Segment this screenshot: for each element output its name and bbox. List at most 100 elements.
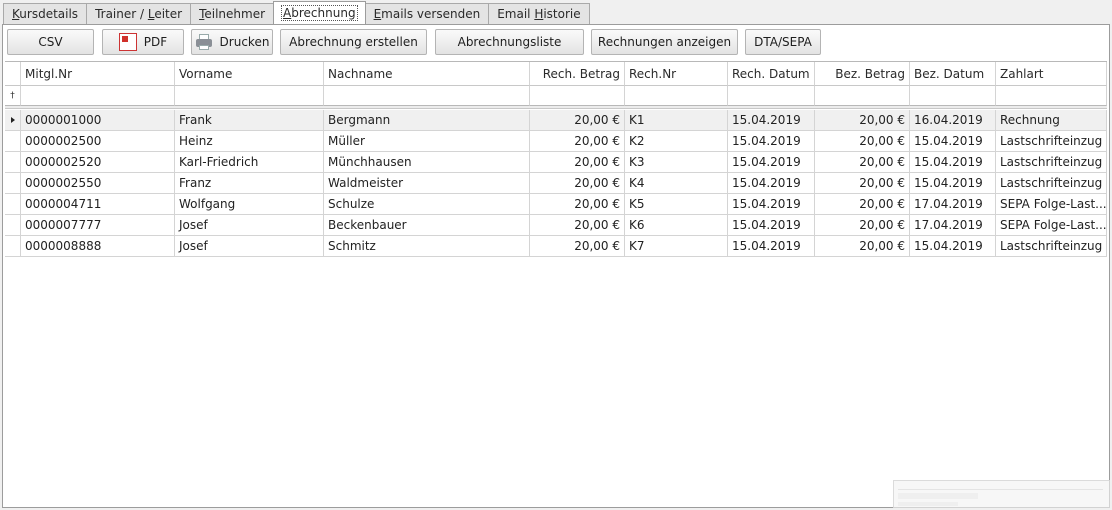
table-cell-rech-betrag[interactable]: 20,00 €: [530, 110, 625, 131]
table-cell-bez-datum[interactable]: 17.04.2019: [910, 194, 996, 215]
table-cell-rech-nr[interactable]: K7: [625, 236, 728, 257]
table-row[interactable]: 0000004711 Wolfgang Schulze 20,00 € K5 15.04.…: [5, 194, 1107, 215]
column-header-zahlart[interactable]: Zahlart: [996, 62, 1107, 86]
table-cell-bez-datum[interactable]: 15.04.2019: [910, 131, 996, 152]
table-cell-bez-betrag[interactable]: 20,00 €: [815, 215, 910, 236]
table-cell-mitgl-nr[interactable]: 0000008888: [21, 236, 175, 257]
filter-cell[interactable]: [175, 86, 324, 106]
table-cell-rech-datum[interactable]: 15.04.2019: [728, 173, 815, 194]
tab-abrechnung[interactable]: Abrechnung: [273, 1, 366, 24]
table-cell-bez-betrag[interactable]: 20,00 €: [815, 173, 910, 194]
tab-trainer-leiter[interactable]: Trainer / Leiter: [86, 3, 192, 24]
table-row[interactable]: 0000001000 Frank Bergmann 20,00 € K1 15.04.20…: [5, 110, 1107, 131]
table-cell-bez-betrag[interactable]: 20,00 €: [815, 110, 910, 131]
table-cell-bez-betrag[interactable]: 20,00 €: [815, 152, 910, 173]
table-cell-nachname[interactable]: Schmitz: [324, 236, 530, 257]
table-cell-vorname[interactable]: Karl-Friedrich: [175, 152, 324, 173]
table-cell-mitgl-nr[interactable]: 0000007777: [21, 215, 175, 236]
table-cell-rech-betrag[interactable]: 20,00 €: [530, 131, 625, 152]
table-cell-rech-nr[interactable]: K2: [625, 131, 728, 152]
table-cell-rech-betrag[interactable]: 20,00 €: [530, 152, 625, 173]
table-cell-rech-datum[interactable]: 15.04.2019: [728, 152, 815, 173]
table-cell-rech-nr[interactable]: K5: [625, 194, 728, 215]
table-cell-zahlart[interactable]: SEPA Folge-Last...: [996, 194, 1107, 215]
table-cell-rech-betrag[interactable]: 20,00 €: [530, 194, 625, 215]
table-cell-mitgl-nr[interactable]: 0000004711: [21, 194, 175, 215]
filter-cell[interactable]: [728, 86, 815, 106]
table-row[interactable]: 0000002500 Heinz Müller 20,00 € K2 15.04.2019…: [5, 131, 1107, 152]
column-header-mitgl-nr[interactable]: Mitgl.Nr: [21, 62, 175, 86]
tab-email-historie[interactable]: Email Historie: [488, 3, 590, 24]
table-row[interactable]: 0000002520 Karl-Friedrich Münchhausen 20,00…: [5, 152, 1107, 173]
csv-button[interactable]: CSV: [7, 29, 94, 55]
column-header-nachname[interactable]: Nachname: [324, 62, 530, 86]
table-cell-bez-datum[interactable]: 16.04.2019: [910, 110, 996, 131]
table-cell-rech-datum[interactable]: 15.04.2019: [728, 110, 815, 131]
pdf-button[interactable]: PDF: [102, 29, 184, 55]
table-cell-bez-datum[interactable]: 15.04.2019: [910, 236, 996, 257]
table-cell-bez-datum[interactable]: 15.04.2019: [910, 173, 996, 194]
table-cell-bez-datum[interactable]: 15.04.2019: [910, 152, 996, 173]
column-header-bez-datum[interactable]: Bez. Datum: [910, 62, 996, 86]
table-cell-rech-datum[interactable]: 15.04.2019: [728, 131, 815, 152]
filter-cell[interactable]: [996, 86, 1107, 106]
tab-teilnehmer[interactable]: Teilnehmer: [190, 3, 275, 24]
column-header-rech-betrag[interactable]: Rech. Betrag: [530, 62, 625, 86]
table-row[interactable]: 0000002550 Franz Waldmeister 20,00 € K4 15.04…: [5, 173, 1107, 194]
table-cell-nachname[interactable]: Waldmeister: [324, 173, 530, 194]
table-cell-vorname[interactable]: Wolfgang: [175, 194, 324, 215]
table-cell-rech-datum[interactable]: 15.04.2019: [728, 236, 815, 257]
table-row[interactable]: 0000008888 Josef Schmitz 20,00 € K7 15.04.201…: [5, 236, 1107, 257]
table-cell-mitgl-nr[interactable]: 0000002500: [21, 131, 175, 152]
table-cell-vorname[interactable]: Franz: [175, 173, 324, 194]
table-cell-mitgl-nr[interactable]: 0000001000: [21, 110, 175, 131]
table-cell-nachname[interactable]: Bergmann: [324, 110, 530, 131]
table-cell-bez-datum[interactable]: 17.04.2019: [910, 215, 996, 236]
table-cell-vorname[interactable]: Josef: [175, 236, 324, 257]
show-invoices-button[interactable]: Rechnungen anzeigen: [591, 29, 738, 55]
table-cell-rech-nr[interactable]: K3: [625, 152, 728, 173]
table-cell-nachname[interactable]: Beckenbauer: [324, 215, 530, 236]
print-button[interactable]: Drucken: [191, 29, 273, 55]
table-cell-nachname[interactable]: Müller: [324, 131, 530, 152]
filter-cell[interactable]: [815, 86, 910, 106]
table-cell-zahlart[interactable]: Lastschrifteinzug: [996, 131, 1107, 152]
table-cell-nachname[interactable]: Schulze: [324, 194, 530, 215]
column-header-vorname[interactable]: Vorname: [175, 62, 324, 86]
table-cell-rech-datum[interactable]: 15.04.2019: [728, 194, 815, 215]
invoice-list-button[interactable]: Abrechnungsliste: [435, 29, 584, 55]
table-cell-rech-nr[interactable]: K6: [625, 215, 728, 236]
tab-emails-versenden[interactable]: Emails versenden: [364, 3, 490, 24]
table-cell-rech-betrag[interactable]: 20,00 €: [530, 215, 625, 236]
table-cell-bez-betrag[interactable]: 20,00 €: [815, 194, 910, 215]
table-cell-nachname[interactable]: Münchhausen: [324, 152, 530, 173]
filter-cell[interactable]: [530, 86, 625, 106]
table-cell-rech-nr[interactable]: K1: [625, 110, 728, 131]
table-cell-rech-betrag[interactable]: 20,00 €: [530, 236, 625, 257]
column-header-bez-betrag[interactable]: Bez. Betrag: [815, 62, 910, 86]
table-cell-zahlart[interactable]: Lastschrifteinzug: [996, 152, 1107, 173]
table-cell-rech-betrag[interactable]: 20,00 €: [530, 173, 625, 194]
table-cell-vorname[interactable]: Josef: [175, 215, 324, 236]
table-cell-zahlart[interactable]: Lastschrifteinzug: [996, 236, 1107, 257]
table-row[interactable]: 0000007777 Josef Beckenbauer 20,00 € K6 15.04…: [5, 215, 1107, 236]
column-header-rech-datum[interactable]: Rech. Datum: [728, 62, 815, 86]
filter-cell[interactable]: [625, 86, 728, 106]
filter-cell[interactable]: [910, 86, 996, 106]
table-cell-zahlart[interactable]: Rechnung: [996, 110, 1107, 131]
create-invoice-button[interactable]: Abrechnung erstellen: [280, 29, 427, 55]
table-cell-zahlart[interactable]: Lastschrifteinzug: [996, 173, 1107, 194]
filter-cell[interactable]: [324, 86, 530, 106]
table-cell-rech-nr[interactable]: K4: [625, 173, 728, 194]
dta-sepa-button[interactable]: DTA/SEPA: [745, 29, 821, 55]
table-cell-mitgl-nr[interactable]: 0000002520: [21, 152, 175, 173]
table-cell-bez-betrag[interactable]: 20,00 €: [815, 131, 910, 152]
filter-cell[interactable]: [21, 86, 175, 106]
tab-kursdetails[interactable]: Kursdetails: [3, 3, 88, 24]
table-cell-zahlart[interactable]: SEPA Folge-Last...: [996, 215, 1107, 236]
table-cell-rech-datum[interactable]: 15.04.2019: [728, 215, 815, 236]
column-header-rech-nr[interactable]: Rech.Nr: [625, 62, 728, 86]
table-cell-bez-betrag[interactable]: 20,00 €: [815, 236, 910, 257]
billing-grid[interactable]: Mitgl.Nr Vorname Nachname Rech. Betrag Rech.…: [5, 61, 1107, 506]
table-cell-vorname[interactable]: Heinz: [175, 131, 324, 152]
